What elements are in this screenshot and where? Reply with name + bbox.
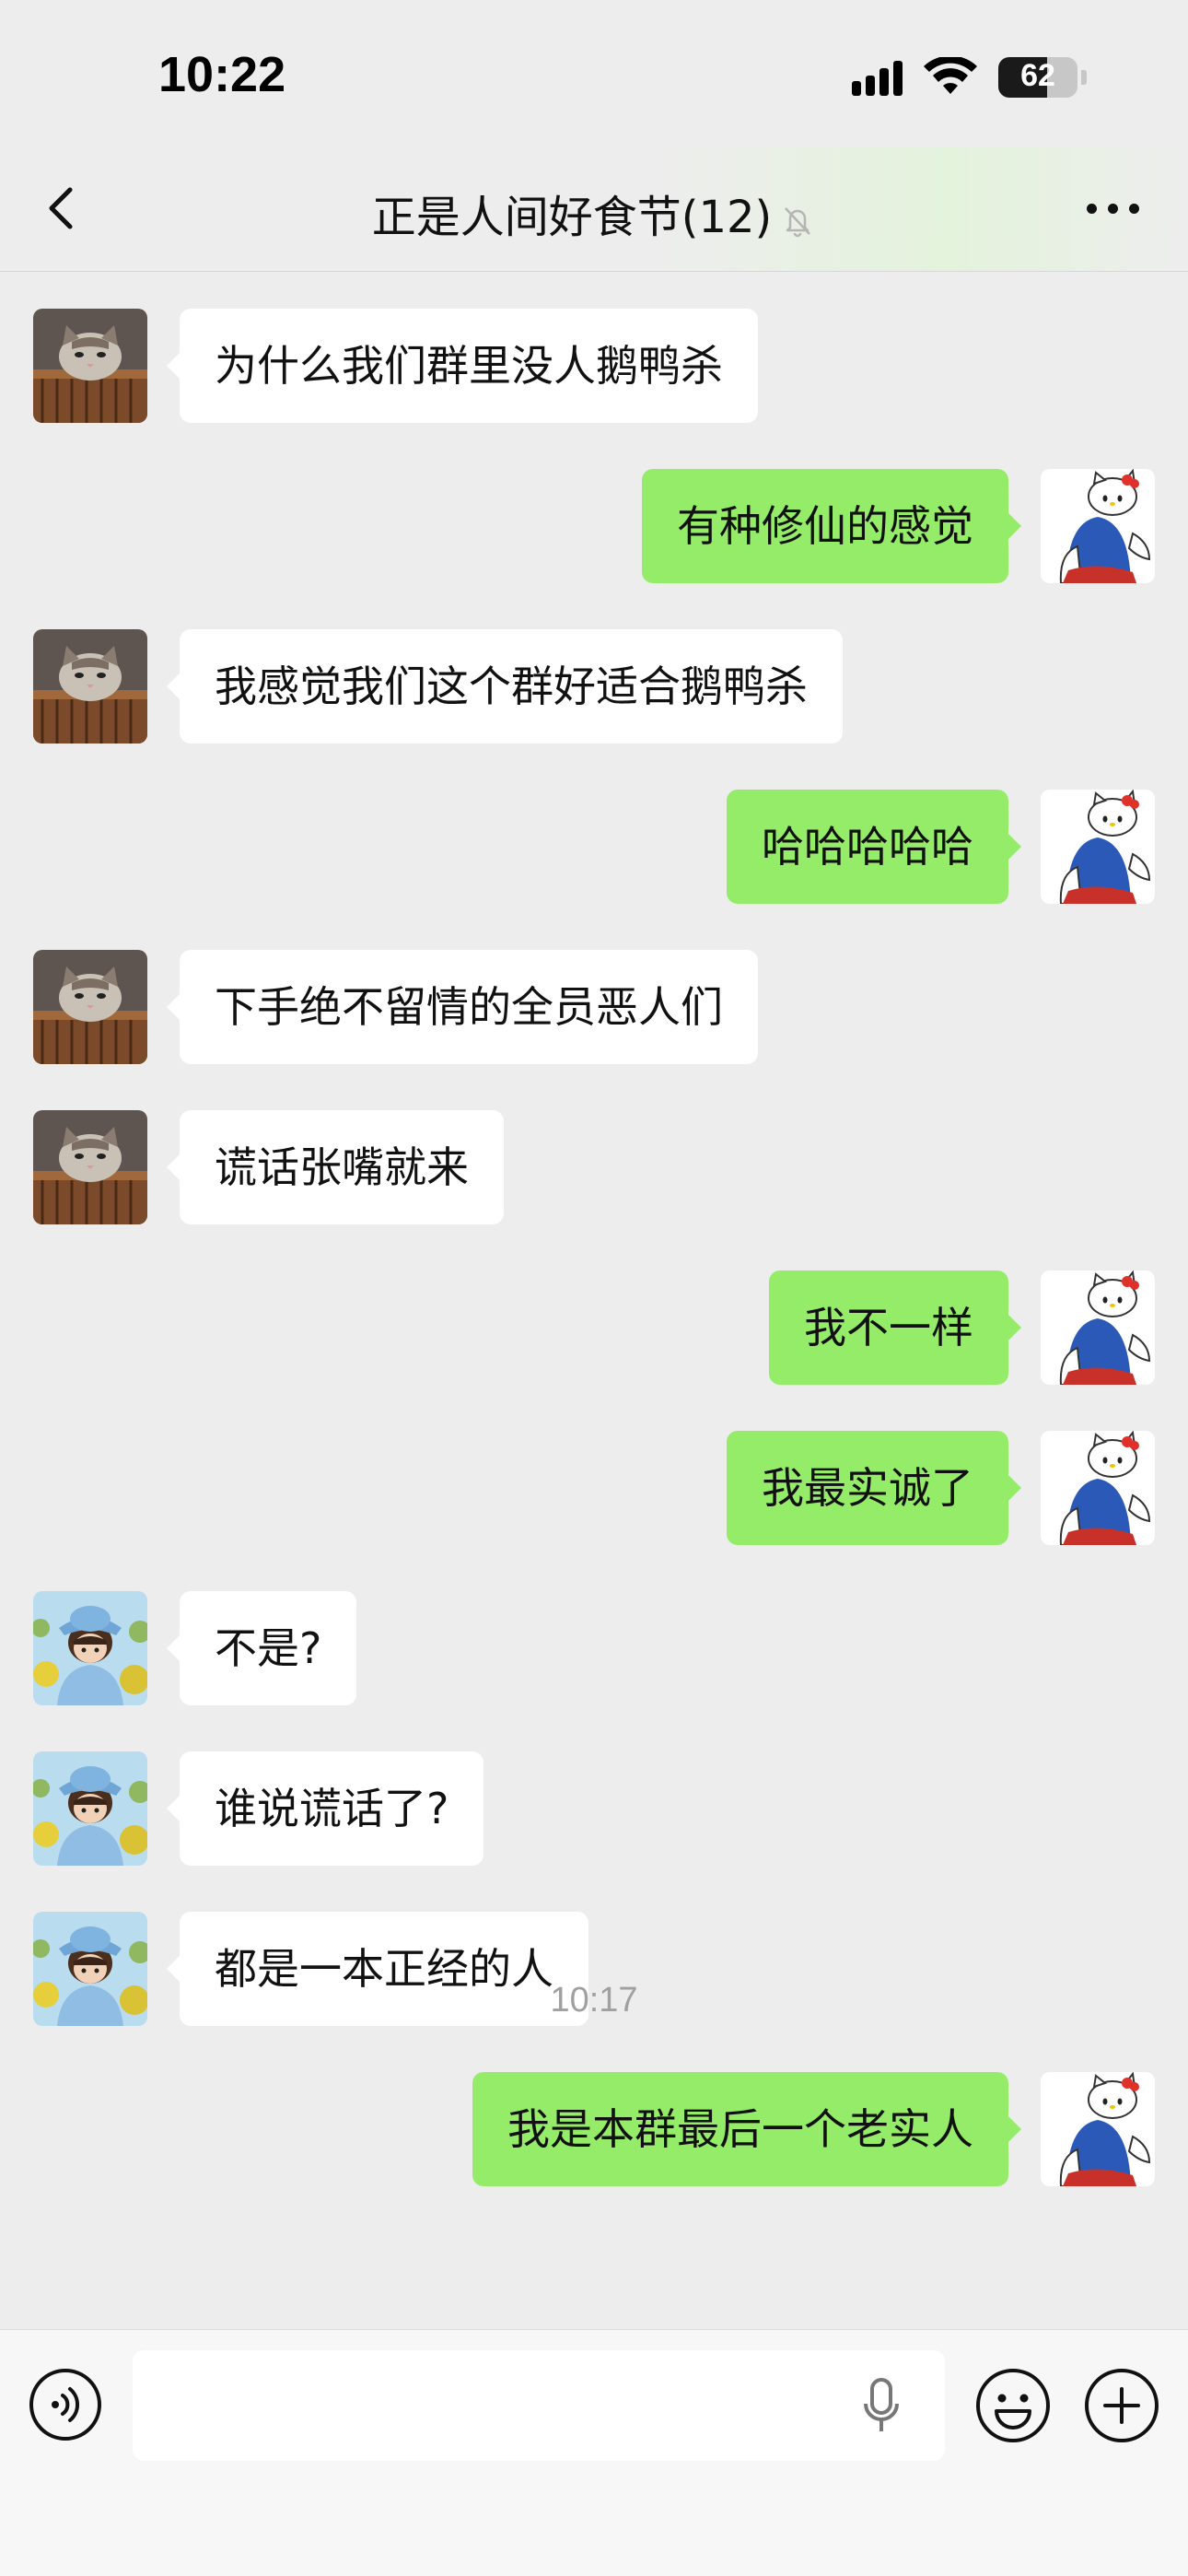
kitty-avatar[interactable] — [1041, 1270, 1155, 1385]
message-timestamp: 10:17 — [550, 1981, 638, 2020]
girl-avatar[interactable] — [33, 1751, 147, 1866]
message-bubble[interactable]: 我是本群最后一个老实人 — [472, 2072, 1021, 2186]
microphone-icon[interactable] — [861, 2376, 902, 2435]
chat-title: 正是人间好食节(12) — [0, 181, 1188, 245]
message-input[interactable] — [133, 2350, 945, 2461]
status-icons: 62 — [852, 57, 1087, 98]
sent-message: 我不一样 — [0, 1270, 1188, 1385]
received-message: 谎话张嘴就来 — [0, 1110, 1188, 1224]
message-bubble[interactable]: 为什么我们群里没人鹅鸭杀 — [167, 309, 758, 423]
kitty-avatar[interactable] — [1041, 2072, 1155, 2186]
sent-message: 有种修仙的感觉 — [0, 469, 1188, 583]
nav-bar: 正是人间好食节(12) — [0, 147, 1188, 272]
message-bubble[interactable]: 谎话张嘴就来 — [167, 1110, 504, 1224]
cat-avatar[interactable] — [33, 1110, 147, 1224]
battery-level: 62 — [1020, 58, 1055, 93]
sent-message: 我是本群最后一个老实人 — [0, 2072, 1188, 2186]
sent-message: 我最实诚了 — [0, 1431, 1188, 1545]
received-message: 为什么我们群里没人鹅鸭杀 — [0, 309, 1188, 423]
message-bubble[interactable]: 下手绝不留情的全员恶人们 — [167, 950, 758, 1064]
status-bar: 10:22 62 — [0, 0, 1188, 147]
message-bubble[interactable]: 谁说谎话了? — [166, 1751, 484, 1866]
girl-avatar[interactable] — [33, 1591, 147, 1705]
emoji-icon[interactable] — [974, 2367, 1052, 2444]
battery-icon: 62 — [998, 57, 1077, 98]
message-bubble[interactable]: 我感觉我们这个群好适合鹅鸭杀 — [167, 629, 843, 744]
plus-icon[interactable] — [1083, 2367, 1160, 2444]
received-message: 不是? — [0, 1591, 1188, 1705]
message-bubble[interactable]: 我不一样 — [769, 1270, 1021, 1385]
battery-cap — [1081, 70, 1087, 85]
message-bubble[interactable]: 哈哈哈哈哈 — [727, 790, 1021, 904]
message-bubble[interactable]: 有种修仙的感觉 — [642, 469, 1021, 583]
voice-icon[interactable] — [28, 2367, 103, 2442]
more-dots-icon[interactable] — [1087, 190, 1151, 227]
chat-title-text: 正是人间好食节(12) — [371, 192, 773, 243]
cat-avatar[interactable] — [33, 629, 147, 744]
received-message: 我感觉我们这个群好适合鹅鸭杀 — [0, 629, 1188, 744]
sent-message: 哈哈哈哈哈 — [0, 790, 1188, 904]
cellular-signal-icon — [852, 59, 903, 96]
message-bubble[interactable]: 不是? — [166, 1591, 357, 1705]
cat-avatar[interactable] — [33, 950, 147, 1064]
wifi-icon — [924, 57, 977, 94]
message-bubble[interactable]: 我最实诚了 — [727, 1431, 1021, 1545]
received-message: 谁说谎话了? — [0, 1751, 1188, 1866]
input-bar — [0, 2329, 1188, 2576]
received-message: 下手绝不留情的全员恶人们 — [0, 950, 1188, 1064]
cat-avatar[interactable] — [33, 309, 147, 423]
chat-screen: 10:22 62 正是人间好食节(12) 为什么我们群里没人鹅鸭杀 有种修仙的感… — [0, 0, 1188, 2576]
kitty-avatar[interactable] — [1041, 790, 1155, 904]
status-time: 10:22 — [158, 47, 286, 102]
bell-off-icon — [785, 207, 811, 238]
kitty-avatar[interactable] — [1041, 1431, 1155, 1545]
kitty-avatar[interactable] — [1041, 469, 1155, 583]
